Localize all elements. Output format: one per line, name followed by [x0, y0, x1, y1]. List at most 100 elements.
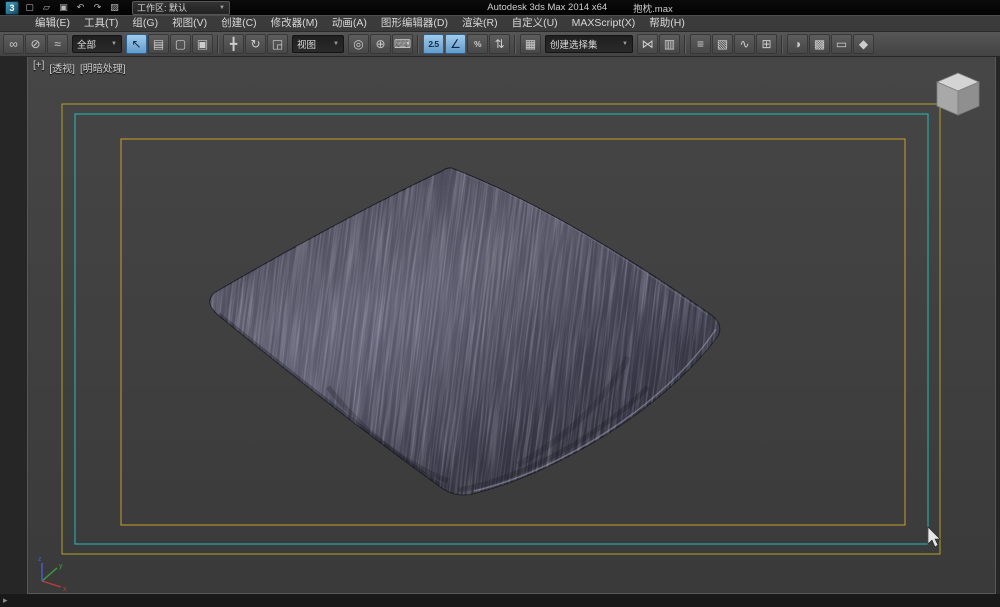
redo-button[interactable]: ↷: [90, 1, 105, 14]
graphite-ribbon-toggle-icon: ▧: [717, 38, 728, 50]
project-folder-button[interactable]: ▨: [107, 1, 122, 14]
menu-item-edit[interactable]: 编辑(E): [28, 16, 77, 31]
perspective-viewport[interactable]: [+] [透视] [明暗处理]: [27, 56, 996, 594]
window-crossing-toggle-button[interactable]: ▣: [192, 34, 213, 54]
unlink-selection-button[interactable]: ⊘: [25, 34, 46, 54]
use-pivot-point-center-button[interactable]: ◎: [348, 34, 369, 54]
viewport-shading-label[interactable]: [明暗处理]: [80, 60, 126, 75]
snap-toggle-2-5d-button[interactable]: 2.5: [423, 34, 444, 54]
menu-item-group[interactable]: 组(G): [125, 16, 165, 31]
rectangular-selection-region-button[interactable]: ▢: [170, 34, 191, 54]
menu-item-maxscript[interactable]: MAXScript(X): [565, 16, 643, 31]
workspace-dropdown-value: 工作区: 默认: [137, 1, 187, 14]
menubar: 编辑(E)工具(T)组(G)视图(V)创建(C)修改器(M)动画(A)图形编辑器…: [0, 15, 1000, 31]
viewport-label: [+] [透视] [明暗处理]: [33, 60, 126, 75]
mouse-cursor: [928, 527, 940, 547]
chevron-down-icon: ▼: [333, 41, 339, 47]
expand-right-icon[interactable]: ▸: [3, 595, 8, 606]
select-object-icon: ↖: [131, 38, 141, 50]
angle-snap-toggle-button[interactable]: ∠: [445, 34, 466, 54]
select-and-rotate-icon: ↻: [250, 38, 260, 50]
quick-access-toolbar: ▢▱▣↶↷▨: [22, 1, 122, 14]
reference-coordinate-system-dropdown-value: 视图: [297, 37, 316, 51]
viewport-pov-label[interactable]: [透视]: [49, 60, 75, 75]
open-file-button[interactable]: ▱: [39, 1, 54, 14]
chevron-down-icon: ▼: [622, 41, 628, 47]
select-and-link-button[interactable]: ∞: [3, 34, 24, 54]
graphite-ribbon-toggle-button[interactable]: ▧: [712, 34, 733, 54]
workarea: [+] [透视] [明暗处理]: [0, 56, 1000, 607]
menu-item-customize[interactable]: 自定义(U): [505, 16, 565, 31]
reference-coordinate-system-dropdown[interactable]: 视图 ▼: [292, 35, 344, 53]
chevron-down-icon: ▼: [111, 41, 117, 47]
select-and-link-icon: ∞: [9, 38, 18, 50]
render-setup-button[interactable]: ▩: [809, 34, 830, 54]
menu-item-graph-editors[interactable]: 图形编辑器(D): [374, 16, 455, 31]
curve-editor-icon: ∿: [739, 38, 749, 50]
keyboard-shortcut-override-toggle-icon: ⌨: [394, 38, 411, 50]
percent-snap-toggle-button[interactable]: %: [467, 34, 488, 54]
app-logo-icon[interactable]: 3: [5, 1, 19, 15]
select-and-uniform-scale-button[interactable]: ◲: [267, 34, 288, 54]
save-file-button[interactable]: ▣: [56, 1, 71, 14]
select-and-move-button[interactable]: ╋: [223, 34, 244, 54]
toolbar-separator: [781, 35, 783, 54]
named-selection-sets-dropdown-value: 创建选择集: [550, 37, 598, 51]
svg-text:x: x: [63, 586, 67, 593]
render-setup-icon: ▩: [814, 38, 825, 50]
select-and-manipulate-button[interactable]: ⊕: [370, 34, 391, 54]
menu-item-modifiers[interactable]: 修改器(M): [264, 16, 325, 31]
select-object-button[interactable]: ↖: [126, 34, 147, 54]
rendered-frame-window-button[interactable]: ▭: [831, 34, 852, 54]
rendered-frame-window-icon: ▭: [836, 38, 847, 50]
select-and-move-icon: ╋: [230, 38, 237, 50]
new-scene-button[interactable]: ▢: [22, 1, 37, 14]
snap-toggle-2-5d-icon: 2.5: [428, 40, 438, 49]
selection-filter-dropdown[interactable]: 全部▼: [72, 35, 122, 53]
main-toolbar: ∞ ⊘ ≈全部▼ ↖ ▤ ▢ ▣ ╋ ↻ ◲ 视图 ▼ ◎ ⊕ ⌨ 2.5 ∠%⇅ ▦ 创建选择集 ▼ ⋈ ▥ ≡ ▧ ∿ ⊞ ◑ ▩…: [0, 31, 1000, 57]
align-icon: ▥: [664, 38, 675, 50]
pillow-object[interactable]: [145, 82, 793, 582]
viewcube[interactable]: [929, 67, 987, 125]
align-button[interactable]: ▥: [659, 34, 680, 54]
viewport-general-menu[interactable]: [+]: [33, 60, 44, 75]
toolbar-separator: [217, 35, 219, 54]
angle-snap-toggle-icon: ∠: [450, 38, 461, 50]
mirror-icon: ⋈: [642, 38, 654, 50]
world-axis-gizmo: x y z: [38, 556, 67, 593]
undo-button[interactable]: ↶: [73, 1, 88, 14]
titlebar: 3 ▢▱▣↶↷▨ 工作区: 默认 ▼ Autodesk 3ds Max 2014…: [0, 0, 1000, 15]
schematic-view-button[interactable]: ⊞: [756, 34, 777, 54]
keyboard-shortcut-override-toggle-button[interactable]: ⌨: [392, 34, 413, 54]
menu-item-animation[interactable]: 动画(A): [325, 16, 374, 31]
material-editor-icon: ◑: [794, 38, 801, 50]
menu-item-rendering[interactable]: 渲染(R): [455, 16, 505, 31]
select-and-rotate-button[interactable]: ↻: [245, 34, 266, 54]
curve-editor-button[interactable]: ∿: [734, 34, 755, 54]
menu-item-create[interactable]: 创建(C): [214, 16, 264, 31]
menu-item-help[interactable]: 帮助(H): [642, 16, 692, 31]
window-crossing-toggle-icon: ▣: [197, 38, 208, 50]
viewport-canvas[interactable]: x y z: [28, 57, 995, 593]
edit-named-selection-sets-button[interactable]: ▦: [520, 34, 541, 54]
menu-item-tools[interactable]: 工具(T): [77, 16, 125, 31]
toolbar-separator: [684, 35, 686, 54]
document-name-text: 抱枕.max: [633, 1, 673, 15]
select-by-name-icon: ▤: [153, 38, 164, 50]
unlink-selection-icon: ⊘: [30, 38, 40, 50]
select-by-name-button[interactable]: ▤: [148, 34, 169, 54]
bind-to-space-warp-button[interactable]: ≈: [47, 34, 68, 54]
edit-named-selection-sets-icon: ▦: [525, 38, 536, 50]
named-selection-sets-dropdown[interactable]: 创建选择集 ▼: [545, 35, 633, 53]
material-editor-button[interactable]: ◑: [787, 34, 808, 54]
svg-text:z: z: [38, 556, 42, 563]
render-production-button[interactable]: ◆: [853, 34, 874, 54]
menu-item-views[interactable]: 视图(V): [165, 16, 214, 31]
spinner-snap-toggle-button[interactable]: ⇅: [489, 34, 510, 54]
mirror-button[interactable]: ⋈: [637, 34, 658, 54]
manage-layers-button[interactable]: ≡: [690, 34, 711, 54]
use-pivot-point-center-icon: ◎: [353, 38, 363, 50]
select-and-manipulate-icon: ⊕: [375, 38, 385, 50]
workspace-dropdown[interactable]: 工作区: 默认 ▼: [132, 1, 230, 15]
manage-layers-icon: ≡: [697, 38, 704, 50]
